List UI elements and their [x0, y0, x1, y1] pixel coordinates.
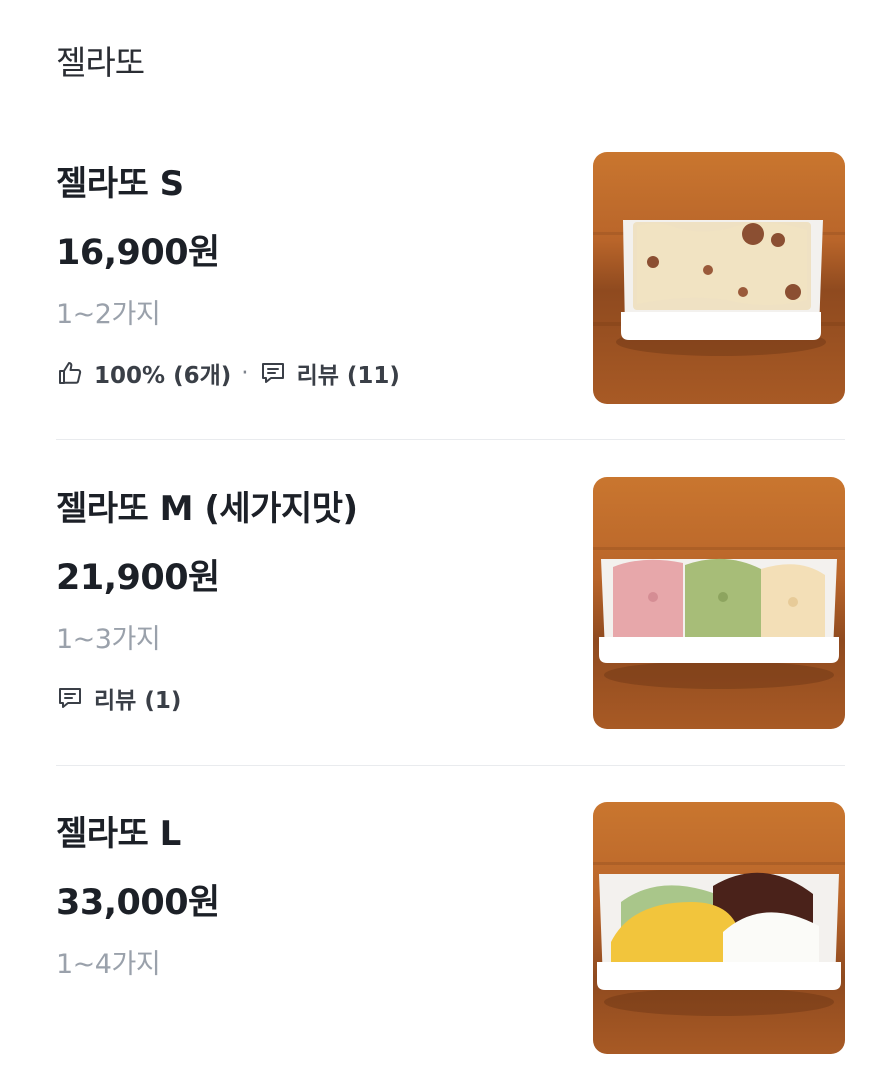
item-price: 33,000원	[56, 883, 220, 923]
gelato-small-photo	[593, 152, 845, 404]
gelato-medium-photo	[593, 477, 845, 729]
item-price: 16,900원	[56, 233, 220, 273]
review-link[interactable]: 리뷰 (11)	[259, 356, 400, 390]
review-count: 리뷰 (1)	[94, 688, 182, 714]
menu-item-gelato-s[interactable]: 젤라또 S 16,900원 1~2가지 100% (6개) · 리뷰 (11)	[56, 152, 845, 404]
divider	[56, 765, 845, 766]
menu-item-gelato-m[interactable]: 젤라또 M (세가지맛) 21,900원 1~3가지 리뷰 (1)	[56, 477, 845, 729]
review-link[interactable]: 리뷰 (1)	[56, 681, 181, 715]
gelato-large-photo	[593, 802, 845, 1054]
section-title: 젤라또	[56, 43, 145, 82]
like-rate: 100% (6개)	[94, 363, 232, 389]
item-name: 젤라또 L	[56, 814, 181, 854]
item-name: 젤라또 S	[56, 164, 184, 204]
thumbs-up-icon	[56, 359, 84, 387]
item-description: 1~3가지	[56, 624, 161, 655]
comment-icon	[259, 359, 287, 387]
item-meta: 100% (6개) · 리뷰 (11)	[56, 356, 400, 390]
separator-dot: ·	[241, 360, 249, 386]
review-count: 리뷰 (11)	[296, 363, 400, 389]
divider	[56, 439, 845, 440]
comment-icon	[56, 684, 84, 712]
item-description: 1~4가지	[56, 949, 161, 980]
item-name: 젤라또 M (세가지맛)	[56, 489, 358, 529]
item-description: 1~2가지	[56, 299, 161, 330]
item-price: 21,900원	[56, 558, 220, 598]
item-meta: 리뷰 (1)	[56, 681, 181, 715]
menu-item-gelato-l[interactable]: 젤라또 L 33,000원 1~4가지	[56, 802, 845, 1054]
